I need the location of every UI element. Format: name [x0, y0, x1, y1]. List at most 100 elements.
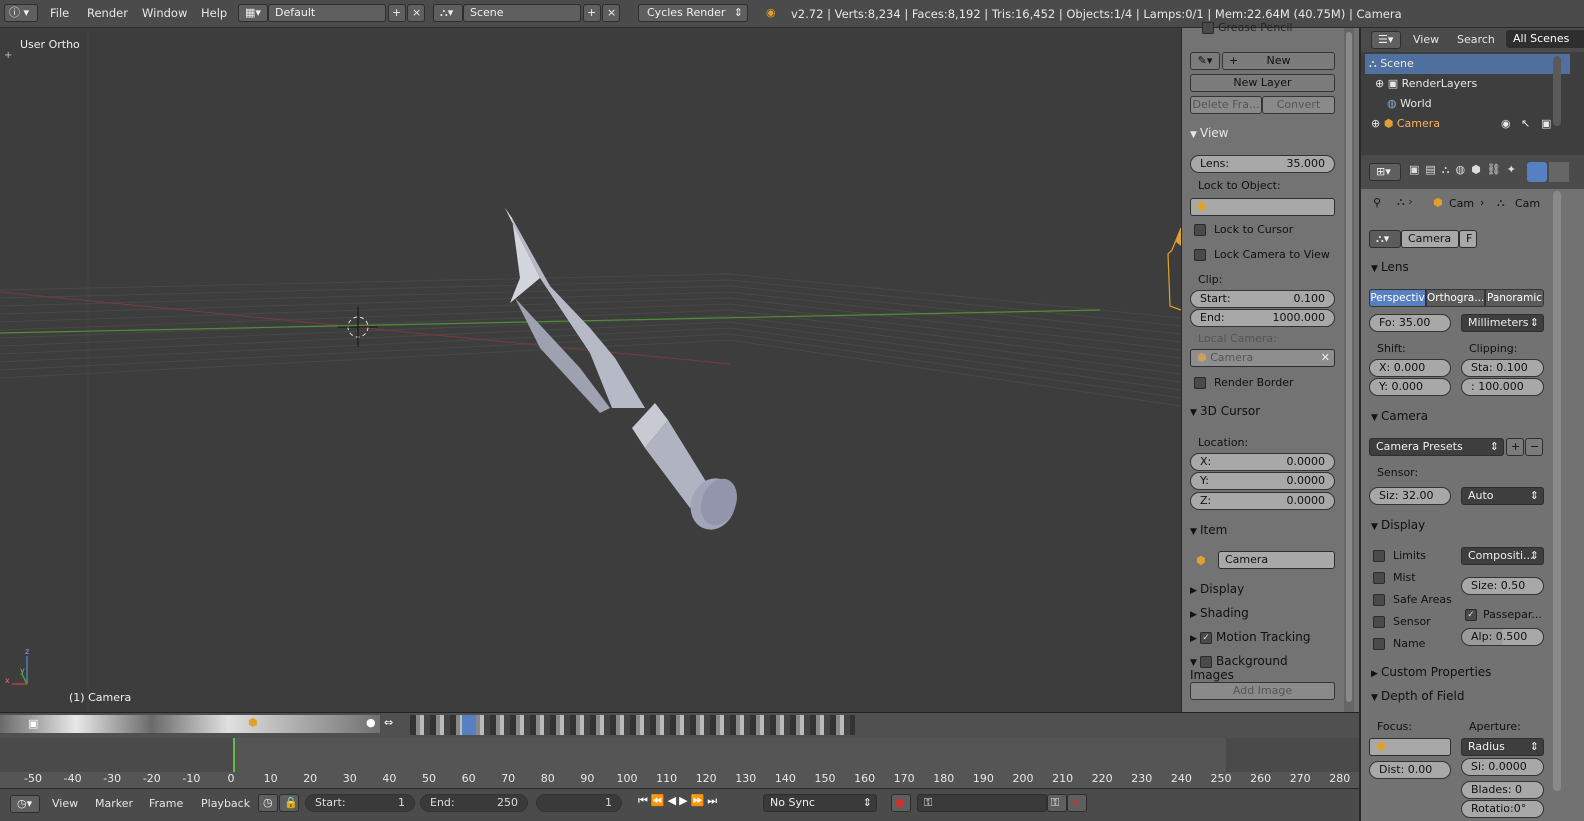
aperture-size-field[interactable]: Si: 0.0000	[1461, 758, 1544, 776]
sensor-checkbox[interactable]: Sensor	[1373, 615, 1431, 628]
cursor-x-field[interactable]: X: 0.0000	[1190, 453, 1335, 471]
start-frame-field[interactable]: Start: 1	[305, 794, 415, 812]
sensor-fit-select[interactable]: Auto ⇕	[1461, 487, 1544, 505]
current-frame-field[interactable]: 1	[536, 794, 622, 812]
convert-button[interactable]: Convert	[1262, 96, 1335, 114]
close-icon[interactable]: ✕	[1321, 350, 1330, 366]
view-panel-header[interactable]: ▼ View ⋯	[1190, 126, 1336, 140]
scene-icon-button[interactable]: ⛬▾	[433, 4, 463, 22]
outliner-editor-type-button[interactable]: ☰▾	[1371, 31, 1401, 49]
cursor-select-icon[interactable]: ↖	[1521, 114, 1530, 134]
add-image-button[interactable]: Add Image	[1190, 682, 1335, 700]
shading-sphere-icon[interactable]: ●	[366, 716, 376, 729]
manipulator-toggle-icon[interactable]	[462, 715, 476, 735]
eye-icon[interactable]: ◉	[1501, 114, 1511, 134]
name-checkbox[interactable]: Name	[1373, 637, 1425, 650]
background-images-panel-header[interactable]: ▼ Background Images	[1190, 654, 1335, 682]
lock-object-field[interactable]: ⬢	[1190, 198, 1335, 216]
viewport-header-menus[interactable]	[0, 715, 380, 733]
panoramic-tab[interactable]: Panoramic	[1485, 289, 1544, 307]
outliner-scrollbar[interactable]	[1553, 56, 1561, 126]
timeline-editor-type-button[interactable]: ◷▾	[10, 795, 40, 813]
cursor-z-field[interactable]: Z: 0.0000	[1190, 492, 1335, 510]
remove-layout-icon[interactable]: ×	[407, 4, 425, 22]
pencil-icon-button[interactable]: ✎▾	[1190, 52, 1220, 70]
blades-field[interactable]: Blades: 0	[1461, 781, 1544, 799]
timeline[interactable]: -50 -40 -30 -20 -10 0 10 20 30 40 50 60 70 80 90 100 110…	[0, 738, 1359, 788]
lock-range-icon[interactable]: 🔒	[279, 794, 299, 812]
properties-scrollbar[interactable]	[1553, 191, 1561, 791]
delete-frame-button[interactable]: Delete Fra...	[1190, 96, 1262, 114]
lens-unit-select[interactable]: Millimeters ⇕	[1461, 314, 1544, 332]
shading-panel-header[interactable]: ▶ Shading ⋯	[1190, 606, 1336, 620]
sensor-size-field[interactable]: Siz: 32.00	[1369, 487, 1451, 505]
clip-start-field[interactable]: Start: 0.100	[1190, 290, 1335, 308]
outliner-row-renderlayers[interactable]: ⊕ ▣ RenderLayers	[1375, 74, 1477, 94]
clip-start-prop-field[interactable]: Sta: 0.100	[1461, 359, 1544, 377]
lens-panel-header[interactable]: ▼ Lens ⋯	[1371, 260, 1547, 274]
layout-icon-button[interactable]: ▦▾	[238, 4, 268, 22]
grease-pencil-header[interactable]: Grease Pencil	[1202, 21, 1292, 34]
menu-render[interactable]: Render	[87, 6, 128, 20]
timeline-view-menu[interactable]: View	[52, 797, 78, 810]
render-engine-select[interactable]: Cycles Render ⇕	[638, 4, 748, 22]
camera-data-tab[interactable]	[1527, 162, 1547, 182]
menu-file[interactable]: File	[50, 6, 69, 20]
render-border-checkbox[interactable]: Render Border	[1194, 376, 1294, 389]
scene-name-field[interactable]: Scene	[463, 4, 581, 22]
composition-guides-select[interactable]: Compositi... ⇕	[1461, 547, 1544, 565]
passepartout-alpha-slider[interactable]: Alp: 0.500	[1461, 628, 1544, 646]
add-scene-icon[interactable]: +	[583, 4, 601, 22]
new-layer-button[interactable]: New Layer	[1190, 74, 1335, 92]
remove-preset-icon[interactable]: −	[1525, 438, 1543, 456]
remove-scene-icon[interactable]: ×	[602, 4, 620, 22]
playback-controls[interactable]: ⏮⏪◀▶⏩⏭	[638, 794, 756, 812]
dof-panel-header[interactable]: ▼ Depth of Field ⋯	[1371, 689, 1547, 703]
background-images-checkbox[interactable]	[1200, 655, 1212, 668]
timeline-playback-menu[interactable]: Playback	[201, 797, 250, 810]
record-icon[interactable]: ●	[891, 794, 911, 812]
local-camera-field[interactable]: ⬢ Camera ✕	[1190, 349, 1335, 367]
display-size-field[interactable]: Size: 0.50	[1461, 577, 1544, 595]
gp-new-button[interactable]: + New	[1222, 52, 1335, 70]
outliner-row-camera[interactable]: ⊕ ⬢ Camera ◉ ↖ ▣	[1371, 114, 1561, 134]
insert-keyframe-icon[interactable]: ⚿	[1047, 794, 1067, 812]
aperture-type-select[interactable]: Radius ⇕	[1461, 738, 1544, 756]
focus-distance-field[interactable]: Dist: 0.00	[1369, 761, 1451, 779]
add-layout-icon[interactable]: +	[388, 4, 406, 22]
3d-viewport[interactable]: User Ortho + z x y (1) Camera	[0, 28, 1181, 712]
mist-checkbox[interactable]: Mist	[1373, 571, 1416, 584]
preview-range-icon[interactable]: ◷	[258, 794, 278, 812]
end-frame-field[interactable]: End: 250	[420, 794, 528, 812]
add-preset-icon[interactable]: +	[1506, 438, 1524, 456]
rotation-field[interactable]: Rotatio:0°	[1461, 800, 1544, 818]
editor-type-icon[interactable]: ▣	[28, 717, 38, 730]
texture-tab[interactable]	[1549, 162, 1569, 182]
npanel-scrollbar[interactable]	[1344, 28, 1354, 712]
clip-end-field[interactable]: End: 1000.000	[1190, 309, 1335, 327]
display-panel-header[interactable]: ▶ Display ⋯	[1190, 582, 1336, 596]
timeline-marker-menu[interactable]: Marker	[95, 797, 133, 810]
keying-set-field[interactable]: ⚿	[917, 794, 1047, 812]
item-name-field[interactable]: Camera	[1218, 551, 1335, 569]
toolshelf-toggle-icon[interactable]: +	[4, 50, 12, 61]
motion-tracking-checkbox[interactable]: ✓	[1200, 631, 1212, 644]
outliner-search-menu[interactable]: Search	[1457, 33, 1495, 46]
safe-areas-checkbox[interactable]: Safe Areas	[1373, 593, 1452, 606]
shift-y-field[interactable]: Y: 0.000	[1369, 378, 1451, 396]
orthographic-tab[interactable]: Orthogra...	[1426, 289, 1485, 307]
current-frame-marker[interactable]	[233, 738, 235, 772]
delete-keyframe-icon[interactable]: ✕	[1067, 794, 1087, 812]
passepartout-checkbox[interactable]: ✓ Passepar...	[1465, 608, 1542, 621]
sync-mode-select[interactable]: No Sync ⇕	[763, 794, 877, 812]
clip-end-prop-field[interactable]: : 100.000	[1461, 378, 1544, 396]
menu-help[interactable]: Help	[201, 6, 227, 20]
display-prop-panel-header[interactable]: ▼ Display ⋯	[1371, 518, 1547, 532]
perspective-tab[interactable]: Perspectiv	[1369, 289, 1426, 307]
lock-camera-to-view-checkbox[interactable]: Lock Camera to View	[1194, 248, 1330, 261]
camera-presets-select[interactable]: Camera Presets ⇕	[1369, 438, 1504, 456]
camera-panel-header[interactable]: ▼ Camera ⋯	[1371, 409, 1547, 423]
object-mode-icon[interactable]: ⬢	[248, 716, 258, 729]
camera-datablock-icon[interactable]: ⛬▾	[1369, 230, 1401, 248]
cursor-y-field[interactable]: Y: 0.0000	[1190, 472, 1335, 490]
